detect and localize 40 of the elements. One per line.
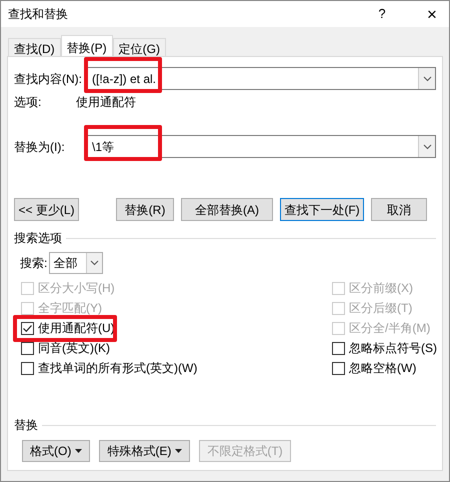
field-label: 替换为(I):	[14, 138, 66, 156]
chevron-down-icon	[90, 260, 100, 266]
checkbox-label: 区分大小写(H)	[38, 280, 115, 297]
search-label: 搜索:	[20, 255, 48, 272]
checkbox-label: 忽略标点符号(S)	[349, 340, 437, 357]
chevron-down-icon	[422, 144, 432, 150]
options-label: 选项:	[14, 94, 42, 111]
dialog-button[interactable]: 全部替换(A)	[181, 198, 273, 221]
format-button[interactable]: 格式(O)	[22, 440, 90, 462]
close-button[interactable]: ×	[422, 6, 442, 22]
checkbox[interactable]	[21, 362, 34, 374]
checkbox[interactable]	[332, 342, 345, 354]
checkbox-label: 区分全/半角(M)	[349, 320, 430, 337]
tab[interactable]: 定位(G)	[112, 38, 166, 56]
dialog-button[interactable]: 取消	[371, 198, 427, 221]
dialog-button[interactable]: 替换(R)	[116, 198, 174, 221]
replace-field[interactable]: \1等	[86, 135, 436, 158]
section-heading: 搜索选项	[14, 230, 62, 247]
options-value: 使用通配符	[76, 94, 136, 111]
checkbox-label: 同音(英文)(K)	[38, 340, 110, 357]
dialog-button[interactable]: 查找下一处(F)	[280, 198, 364, 221]
dialog-button[interactable]: << 更少(L)	[14, 198, 79, 221]
tab[interactable]: 替换(P)	[60, 35, 113, 56]
checkbox[interactable]	[21, 342, 34, 354]
tab[interactable]: 查找(D)	[8, 38, 61, 56]
window-title: 查找和替换	[8, 6, 69, 23]
checkbox-label: 区分后缀(T)	[349, 300, 412, 317]
search-dropdown[interactable]: 全部	[49, 252, 104, 274]
section-heading: 替换	[14, 417, 38, 434]
chevron-down-icon	[422, 76, 432, 82]
find-field[interactable]: ([!a-z]) et al.	[86, 67, 436, 90]
checkbox-label: 忽略空格(W)	[349, 360, 416, 377]
checkbox[interactable]	[332, 362, 345, 374]
checkbox-label: 全字匹配(Y)	[38, 300, 102, 317]
field-label: 查找内容(N):	[14, 70, 82, 88]
help-button[interactable]: ?	[372, 4, 392, 24]
format-button[interactable]: 特殊格式(E)	[99, 440, 190, 462]
checkbox[interactable]	[21, 322, 34, 334]
checkbox-label: 区分前缀(X)	[349, 280, 413, 297]
checkbox-label: 查找单词的所有形式(英文)(W)	[38, 360, 198, 377]
